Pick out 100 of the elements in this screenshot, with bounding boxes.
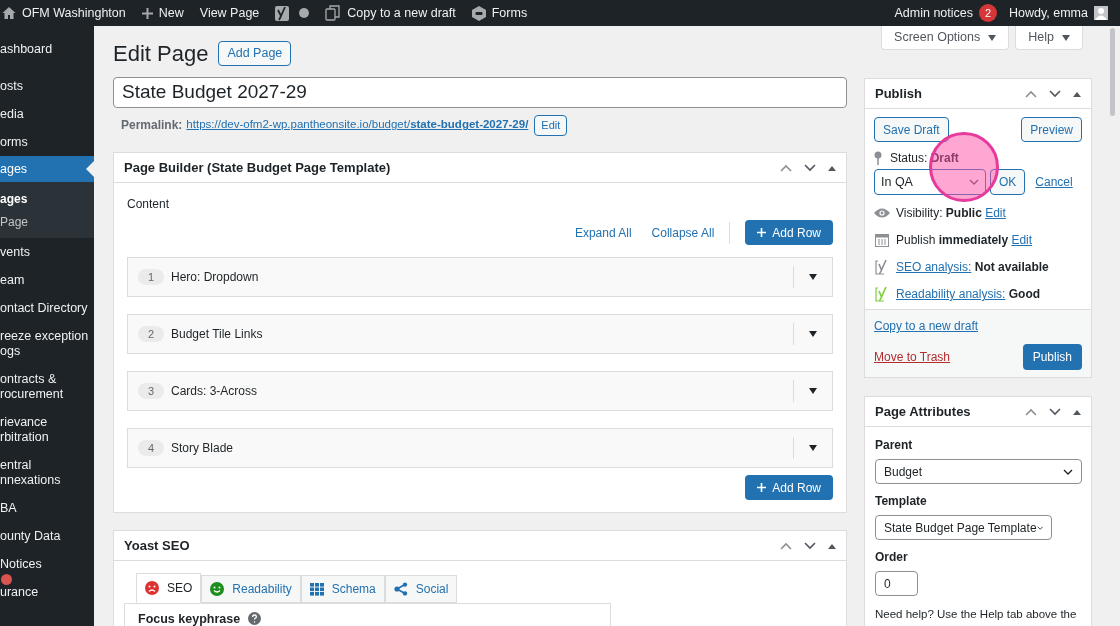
yoast-tab[interactable]: SEO — [136, 573, 202, 603]
yoast-tab[interactable]: Schema — [300, 575, 385, 603]
add-page-button[interactable]: Add Page — [218, 40, 292, 66]
yoast-tab[interactable]: Social — [384, 575, 458, 603]
submenu-item[interactable]: Page — [0, 215, 29, 230]
sidebar-item[interactable]: Notices — [0, 556, 42, 572]
site-link[interactable]: OFM Washinghton — [22, 3, 126, 23]
row-title: Budget Tile Links — [171, 326, 263, 343]
copy-draft-link[interactable]: Copy to a new draft — [347, 3, 456, 23]
move-up-icon[interactable] — [780, 163, 792, 172]
collapse-icon[interactable] — [828, 542, 836, 549]
save-draft-button[interactable]: Save Draft — [874, 117, 949, 142]
forms-icon[interactable] — [471, 5, 486, 21]
move-up-icon[interactable] — [780, 541, 792, 550]
yoast-icon[interactable] — [275, 5, 290, 21]
permalink-link[interactable]: https://dev-ofm2-wp.pantheonsite.io/budget/state-budget-2027-29/ — [186, 116, 529, 134]
analysis-link[interactable]: Readability analysis: — [896, 287, 1006, 301]
move-down-icon[interactable] — [1049, 89, 1061, 98]
publish-button[interactable]: Publish — [1022, 344, 1082, 370]
trash-link[interactable]: Move to Trash — [874, 349, 951, 365]
title-field[interactable]: State Budget 2027-29 — [113, 77, 847, 108]
analysis-text: Readability analysis: Good — [896, 286, 1041, 303]
sidebar-item[interactable]: osts — [0, 78, 23, 94]
yoast-icon — [875, 286, 889, 302]
sidebar-item[interactable]: ounty Data — [0, 528, 61, 544]
ok-button[interactable]: OK — [990, 169, 1026, 195]
row-title: Hero: Dropdown — [171, 269, 259, 286]
smiley-face-icon — [210, 582, 225, 596]
calendar-icon — [875, 233, 889, 247]
admin-notices-link[interactable]: Admin notices — [894, 3, 974, 23]
user-greeting[interactable]: Howdy, emma — [1009, 3, 1088, 23]
edit-link[interactable]: Edit — [985, 206, 1006, 220]
move-up-icon[interactable] — [1025, 407, 1037, 416]
order-field[interactable]: 0 — [875, 571, 918, 596]
plus-icon[interactable] — [141, 7, 153, 19]
caret-icon[interactable] — [809, 331, 817, 337]
meta-text: Publish immediately Edit — [896, 232, 1033, 249]
sad-face-icon — [145, 581, 159, 595]
layout-row[interactable]: 4 Story Blade — [127, 428, 833, 468]
scrollbar-thumb[interactable] — [1109, 28, 1115, 116]
edit-link[interactable]: Edit — [1011, 233, 1033, 247]
focus-keyphrase-label: Focus keyphrase — [138, 612, 241, 626]
expand-all-link[interactable]: Expand All — [574, 223, 632, 242]
row-number: 1 — [138, 269, 164, 285]
sidebar-item[interactable]: BA — [0, 500, 17, 516]
sidebar-item[interactable]: ashboard — [0, 41, 53, 57]
sidebar-item[interactable]: vents — [0, 244, 30, 260]
caret-icon[interactable] — [809, 388, 817, 394]
parent-select[interactable]: Budget — [875, 459, 1082, 484]
grid-icon — [309, 582, 324, 596]
row-number: 3 — [138, 383, 164, 399]
chevron-icon — [1063, 468, 1073, 475]
caret-icon[interactable] — [809, 445, 817, 451]
analysis-text: SEO analysis: Not available — [896, 259, 1049, 276]
add-row-button[interactable]: Add Row — [745, 475, 833, 500]
move-up-icon[interactable] — [1025, 89, 1037, 98]
caret-icon[interactable] — [809, 274, 817, 280]
copy-icon[interactable] — [325, 5, 342, 21]
copy-draft-link[interactable]: Copy to a new draft — [874, 319, 979, 333]
pin-icon — [874, 151, 882, 165]
layout-row[interactable]: 1 Hero: Dropdown — [127, 257, 833, 297]
meta-text: Visibility: Public Edit — [896, 205, 1006, 222]
plus-icon — [757, 483, 767, 492]
layout-row[interactable]: 2 Budget Tile Links — [127, 314, 833, 354]
sidebar-item[interactable]: ontracts & rocurement — [0, 371, 64, 402]
preview-button[interactable]: Preview — [1021, 117, 1082, 142]
sidebar-item[interactable]: reeze exception ogs — [0, 328, 89, 359]
status-select[interactable]: In QA — [874, 169, 986, 195]
new-link[interactable]: New — [158, 3, 184, 23]
cancel-link[interactable]: Cancel — [1035, 173, 1073, 191]
sidebar-item[interactable]: entral nnexations — [0, 457, 61, 488]
sidebar-item[interactable]: orms — [0, 134, 28, 150]
sidebar-item[interactable]: rievance rbitration — [0, 414, 49, 445]
sidebar-item[interactable]: ages — [0, 156, 94, 182]
collapse-icon[interactable] — [1073, 90, 1081, 97]
layout-row[interactable]: 3 Cards: 3-Across — [127, 371, 833, 411]
yoast-tab[interactable]: Readability — [201, 575, 301, 603]
analysis-link[interactable]: SEO analysis: — [896, 260, 972, 274]
help-icon[interactable] — [248, 612, 262, 625]
move-down-icon[interactable] — [1049, 407, 1061, 416]
template-select[interactable]: State Budget Page Template — [875, 515, 1052, 540]
submenu-item[interactable]: ages — [0, 192, 28, 207]
add-row-button[interactable]: Add Row — [745, 220, 833, 245]
screen-options-button[interactable]: Screen Options — [881, 26, 1010, 50]
row-title: Story Blade — [171, 440, 234, 457]
help-button[interactable]: Help — [1015, 26, 1083, 50]
sidebar-item[interactable]: edia — [0, 106, 24, 122]
sidebar-item[interactable]: ontact Directory — [0, 300, 88, 316]
forms-link[interactable]: Forms — [491, 3, 528, 23]
sidebar-item[interactable]: urance — [0, 584, 39, 600]
move-down-icon[interactable] — [804, 541, 816, 550]
collapse-icon[interactable] — [1073, 408, 1081, 415]
collapse-icon[interactable] — [828, 164, 836, 171]
home-icon[interactable] — [2, 6, 16, 20]
move-down-icon[interactable] — [804, 163, 816, 172]
eye-icon — [874, 208, 890, 218]
collapse-all-link[interactable]: Collapse All — [651, 223, 715, 242]
view-page-link[interactable]: View Page — [199, 3, 260, 23]
sidebar-item[interactable]: eam — [0, 272, 25, 288]
edit-permalink-button[interactable]: Edit — [534, 114, 568, 136]
